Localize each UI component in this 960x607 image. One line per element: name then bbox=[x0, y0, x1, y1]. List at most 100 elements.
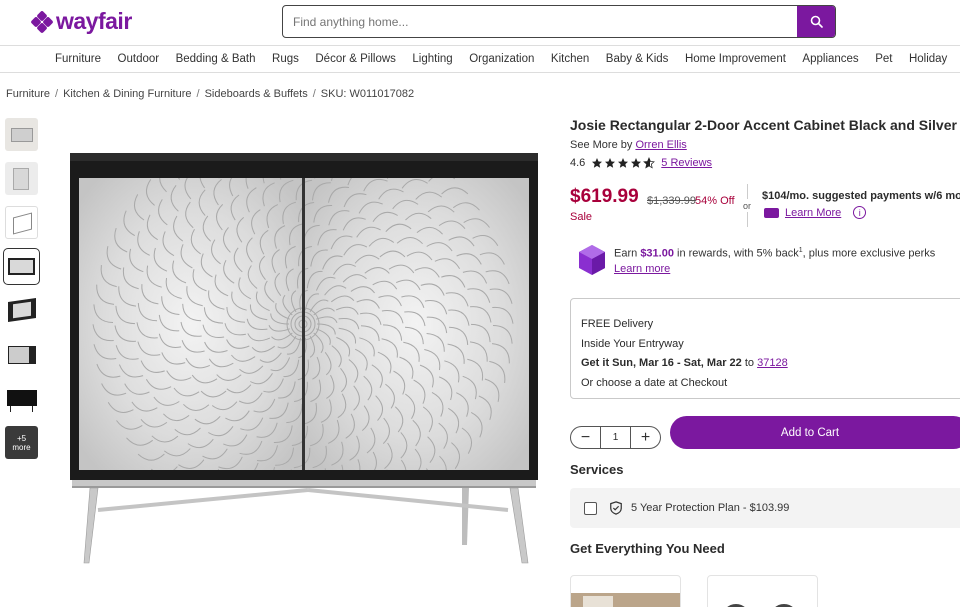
door-carving-line bbox=[367, 140, 390, 145]
services-heading: Services bbox=[570, 462, 624, 477]
sale-price: $619.99 bbox=[570, 186, 639, 207]
delivery-to: to bbox=[744, 357, 755, 369]
door-carving-line bbox=[391, 489, 401, 515]
recommendation-card[interactable] bbox=[707, 575, 818, 607]
delivery-box: FREE Delivery Inside Your Entryway Get i… bbox=[570, 298, 960, 399]
credit-card-icon bbox=[764, 207, 779, 218]
zip-code-link[interactable]: 37128 bbox=[757, 357, 788, 369]
nav-item-furniture[interactable]: Furniture bbox=[55, 53, 101, 65]
nav-item-bedding-bath[interactable]: Bedding & Bath bbox=[176, 53, 256, 65]
door-carving-line bbox=[273, 514, 292, 532]
rating-row: 4.6 5 Reviews bbox=[570, 157, 712, 169]
recommendation-card[interactable] bbox=[570, 575, 681, 607]
star-icon bbox=[631, 158, 642, 168]
delivery-dates: Get it Sun, Mar 16 - Sat, Mar 22 to 3712… bbox=[581, 354, 959, 374]
nav-item-appliances[interactable]: Appliances bbox=[802, 53, 858, 65]
nav-item-kitchen[interactable]: Kitchen bbox=[551, 53, 589, 65]
protection-plan-checkbox[interactable] bbox=[584, 501, 597, 515]
thumbnail-5[interactable] bbox=[5, 294, 38, 327]
door-carving-line bbox=[353, 504, 365, 528]
delivery-type: Inside Your Entryway bbox=[581, 337, 684, 350]
original-price: $1,339.99 bbox=[647, 195, 696, 207]
divider bbox=[747, 212, 748, 227]
door-carving-line bbox=[372, 498, 383, 523]
thumbnail-6[interactable] bbox=[5, 338, 38, 371]
search-bar bbox=[282, 5, 836, 38]
rewards-tail: , plus more exclusive perks bbox=[802, 247, 936, 260]
delivery-free: FREE Delivery bbox=[581, 318, 654, 330]
door-carving-line bbox=[216, 503, 239, 516]
search-button[interactable] bbox=[797, 6, 835, 37]
shield-check-icon bbox=[610, 501, 622, 515]
thumbnail-2[interactable] bbox=[5, 162, 38, 195]
increase-quantity-button[interactable]: + bbox=[631, 427, 660, 448]
info-icon[interactable]: i bbox=[853, 206, 867, 219]
door-carving-line bbox=[305, 491, 321, 512]
rewards-icon bbox=[579, 245, 605, 275]
add-to-cart-button[interactable]: Add to Cart bbox=[670, 416, 960, 449]
header: wayfair bbox=[0, 0, 960, 45]
search-icon bbox=[810, 15, 823, 28]
product-main-image[interactable] bbox=[62, 140, 552, 570]
door-carving-line bbox=[333, 509, 347, 532]
door-carving-line bbox=[293, 514, 310, 534]
nav-item-organization[interactable]: Organization bbox=[469, 53, 534, 65]
breadcrumb-furniture[interactable]: Furniture bbox=[6, 88, 50, 100]
breadcrumb-kitchen-dining[interactable]: Kitchen & Dining Furniture bbox=[63, 88, 191, 100]
star-icon bbox=[592, 158, 603, 168]
door-carving-line bbox=[235, 508, 257, 523]
nav-item-rugs[interactable]: Rugs bbox=[272, 53, 299, 65]
rewards-learn-more-link[interactable]: Learn more bbox=[614, 263, 670, 275]
nav-item-decor-pillows[interactable]: Décor & Pillows bbox=[315, 53, 396, 65]
star-icon bbox=[618, 158, 629, 168]
decrease-quantity-button[interactable]: − bbox=[571, 427, 600, 448]
more-thumbnails[interactable]: +5 more bbox=[5, 426, 38, 459]
half-star-icon bbox=[643, 157, 656, 169]
wayfair-logo-icon bbox=[30, 9, 54, 34]
rewards-text: Earn $31.00 in rewards, with 5% back1, p… bbox=[614, 247, 935, 260]
thumbnail-1[interactable] bbox=[5, 118, 38, 151]
door-carving-line bbox=[313, 512, 329, 533]
delivery-checkout-note: Or choose a date at Checkout bbox=[581, 376, 728, 389]
door-carving-line bbox=[181, 488, 206, 498]
logo-text: wayfair bbox=[56, 8, 132, 34]
rewards-amount: $31.00 bbox=[640, 247, 674, 260]
quantity-stepper: − 1 + bbox=[570, 426, 661, 449]
nav-item-baby-kids[interactable]: Baby & Kids bbox=[606, 53, 669, 65]
brand-link[interactable]: Orren Ellis bbox=[635, 139, 686, 151]
see-more-by: See More by Orren Ellis bbox=[570, 139, 687, 151]
quantity-value[interactable]: 1 bbox=[600, 427, 631, 448]
thumbnail-4-selected[interactable] bbox=[3, 248, 40, 285]
nav-item-lighting[interactable]: Lighting bbox=[412, 53, 452, 65]
breadcrumb-separator: / bbox=[312, 88, 316, 100]
wayfair-logo[interactable]: wayfair bbox=[30, 8, 132, 35]
thumbnail-3[interactable] bbox=[5, 206, 38, 239]
divider bbox=[747, 184, 748, 199]
protection-plan-row[interactable]: 5 Year Protection Plan - $103.99 bbox=[570, 488, 960, 528]
delivery-date-range: Get it Sun, Mar 16 - Sat, Mar 22 bbox=[581, 357, 742, 369]
nav-item-pet[interactable]: Pet bbox=[875, 53, 892, 65]
more-label: more bbox=[12, 443, 31, 452]
rewards-prefix: Earn bbox=[614, 247, 638, 260]
protection-plan-label: 5 Year Protection Plan - $103.99 bbox=[631, 502, 790, 514]
reviews-link[interactable]: 5 Reviews bbox=[661, 157, 712, 169]
category-nav: Furniture Outdoor Bedding & Bath Rugs Dé… bbox=[0, 45, 960, 73]
nav-item-outdoor[interactable]: Outdoor bbox=[118, 53, 160, 65]
door-carving-line bbox=[285, 492, 303, 511]
thumbnail-strip: +5 more bbox=[3, 118, 40, 470]
rating-value: 4.6 bbox=[570, 157, 586, 169]
thumbnail-7[interactable] bbox=[5, 382, 38, 415]
product-title: Josie Rectangular 2-Door Accent Cabinet … bbox=[570, 117, 957, 133]
breadcrumb-sideboards[interactable]: Sideboards & Buffets bbox=[205, 88, 308, 100]
or-label: or bbox=[743, 201, 752, 211]
breadcrumb-sku: SKU: W011017082 bbox=[320, 88, 415, 100]
search-input[interactable] bbox=[283, 6, 793, 37]
financing-learn-more: Learn More i bbox=[764, 206, 867, 219]
rewards-suffix: in rewards, with 5% back bbox=[677, 247, 799, 260]
breadcrumb-separator: / bbox=[55, 88, 59, 100]
door-carving-line bbox=[254, 512, 275, 529]
nav-item-holiday[interactable]: Holiday bbox=[909, 53, 947, 65]
financing-learn-more-link[interactable]: Learn More bbox=[785, 207, 841, 219]
nav-item-home-improvement[interactable]: Home Improvement bbox=[685, 53, 786, 65]
star-icon bbox=[605, 158, 616, 168]
